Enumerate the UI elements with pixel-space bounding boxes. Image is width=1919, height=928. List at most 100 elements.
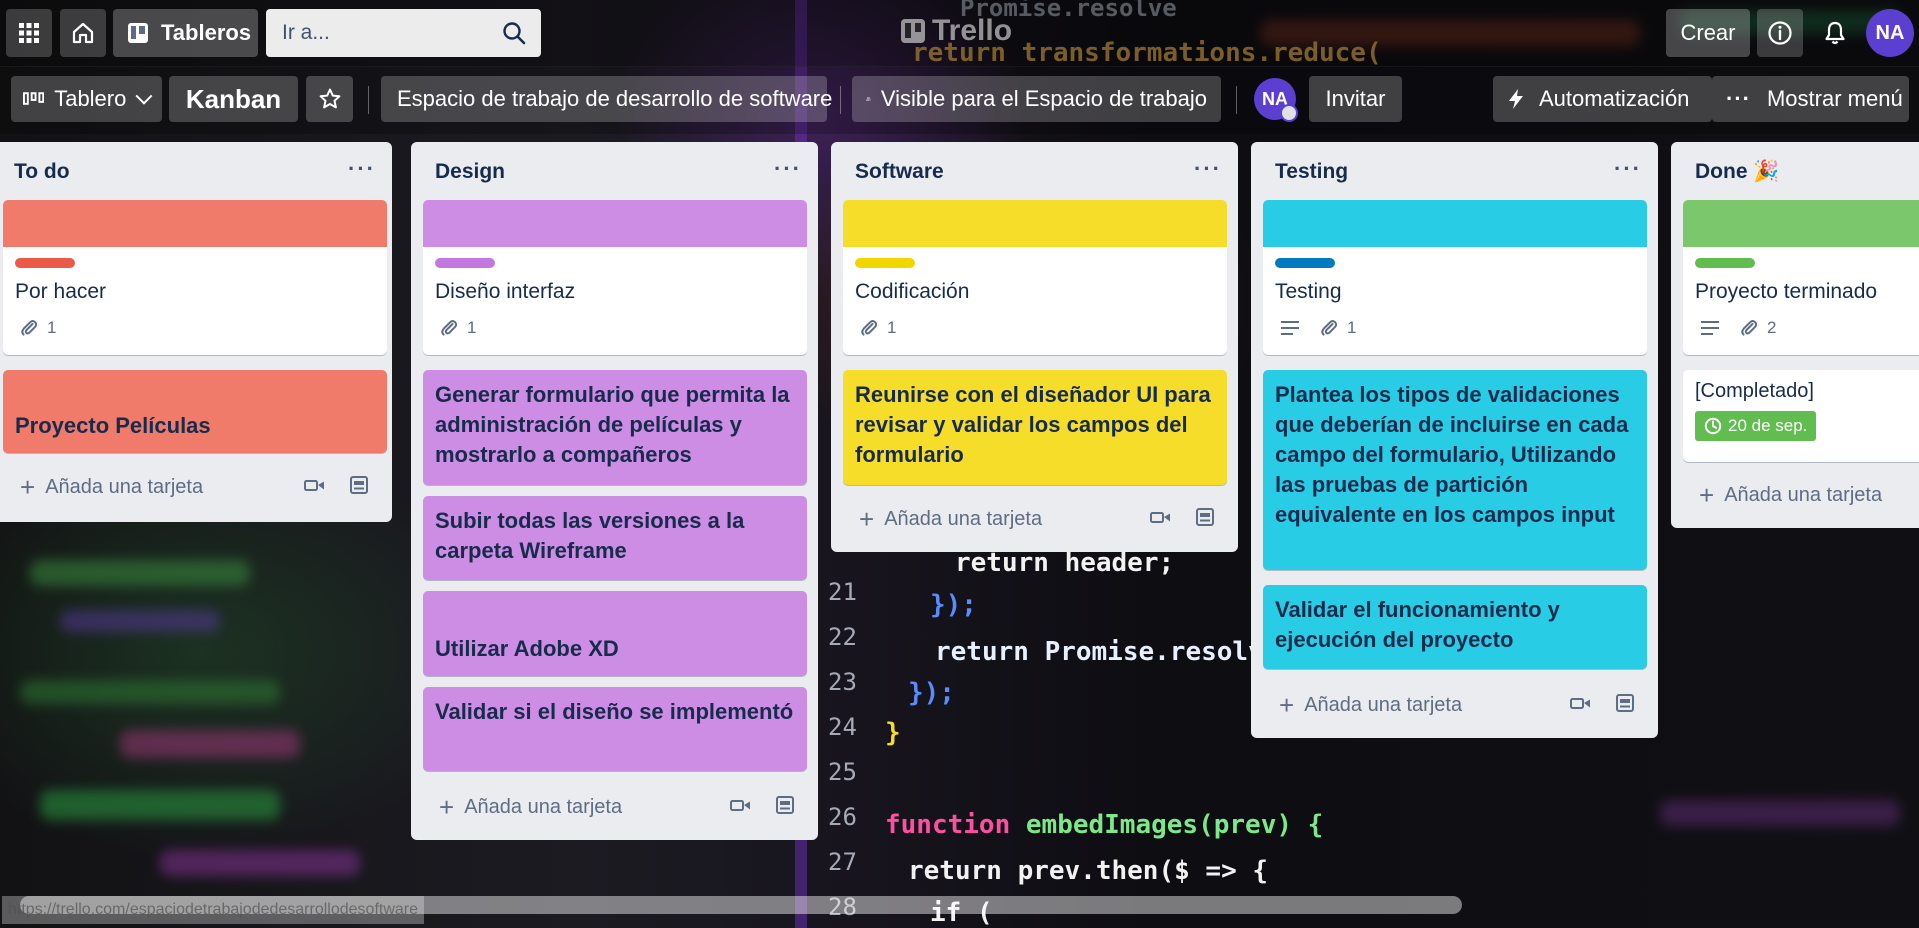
card-title: Proyecto Películas bbox=[15, 413, 211, 438]
search-input[interactable] bbox=[280, 20, 494, 46]
workspace-button[interactable]: Espacio de trabajo de desarrollo de soft… bbox=[381, 76, 832, 122]
card-template-icon[interactable] bbox=[348, 474, 370, 496]
user-avatar-initials: NA bbox=[1875, 21, 1905, 44]
add-card-button[interactable]: + Añada una tarjeta bbox=[859, 504, 1042, 534]
line-number: 26 bbox=[828, 803, 857, 831]
card-label[interactable] bbox=[15, 258, 75, 268]
attachments-badge: 1 bbox=[19, 318, 56, 338]
card-reunirse-disenador[interactable]: Reunirse con el diseñador UI para revisa… bbox=[843, 370, 1227, 485]
card-badges: 1 bbox=[439, 318, 476, 338]
list-menu-icon[interactable]: ··· bbox=[1194, 156, 1222, 182]
background-code-line: function embedImages(prev) { bbox=[885, 810, 1323, 840]
list-header[interactable]: Done 🎉 bbox=[1671, 142, 1919, 200]
home-button[interactable] bbox=[60, 9, 106, 57]
list-header[interactable]: To do ··· bbox=[0, 142, 392, 200]
paperclip-icon bbox=[1321, 320, 1338, 336]
status-bar-url: https://trello.com/espaciodetrabajodedes… bbox=[2, 896, 425, 924]
add-card-button[interactable]: + Añada una tarjeta bbox=[20, 472, 203, 502]
card-testing[interactable]: Testing 1 bbox=[1263, 200, 1647, 355]
list-title[interactable]: Design bbox=[435, 160, 505, 184]
clock-icon bbox=[1704, 417, 1722, 435]
app-switcher-button[interactable] bbox=[6, 9, 52, 57]
grid-icon bbox=[19, 23, 39, 43]
list-title[interactable]: Software bbox=[855, 160, 944, 184]
board-member-avatar[interactable]: NA bbox=[1254, 78, 1298, 122]
show-menu-button[interactable]: ··· Mostrar menú bbox=[1712, 76, 1909, 122]
list-title[interactable]: To do bbox=[14, 160, 70, 184]
board-view-label: Tablero bbox=[54, 86, 127, 111]
boards-icon bbox=[128, 23, 148, 43]
card-title: Proyecto terminado bbox=[1695, 280, 1878, 303]
list-header[interactable]: Testing ··· bbox=[1251, 142, 1658, 200]
card-proyecto-terminado[interactable]: Proyecto terminado 2 bbox=[1683, 200, 1919, 355]
description-icon bbox=[1701, 321, 1719, 335]
trello-logo-icon bbox=[901, 19, 925, 43]
attachments-count: 1 bbox=[467, 318, 477, 337]
card-label[interactable] bbox=[1695, 258, 1755, 268]
card-por-hacer[interactable]: Por hacer 1 bbox=[3, 200, 387, 355]
attachments-count: 2 bbox=[1767, 318, 1777, 337]
video-icon[interactable] bbox=[1150, 509, 1172, 525]
chevron-down-icon bbox=[135, 87, 153, 105]
card-validar-funcionamiento[interactable]: Validar el funcionamiento y ejecución de… bbox=[1263, 585, 1647, 669]
card-title: Utilizar Adobe XD bbox=[435, 636, 619, 661]
board-name: Kanban bbox=[185, 83, 282, 114]
star-board-button[interactable] bbox=[306, 76, 353, 122]
notifications-button[interactable] bbox=[1812, 9, 1858, 57]
list-header[interactable]: Software ··· bbox=[831, 142, 1238, 200]
information-button[interactable] bbox=[1757, 9, 1803, 57]
list-menu-icon[interactable]: ··· bbox=[774, 156, 802, 182]
add-card-button[interactable]: + Añada una tarjeta bbox=[1279, 690, 1462, 720]
add-card-button[interactable]: + Añada una tarjeta bbox=[1699, 480, 1882, 510]
video-icon[interactable] bbox=[304, 477, 326, 493]
admin-badge-icon bbox=[1280, 104, 1298, 122]
list-menu-icon[interactable]: ··· bbox=[348, 156, 376, 182]
automation-button[interactable]: Automatización bbox=[1493, 76, 1712, 122]
card-generar-formulario[interactable]: Generar formulario que permita la admini… bbox=[423, 370, 807, 485]
board-name-button[interactable]: Kanban bbox=[169, 76, 298, 122]
visibility-button[interactable]: Visible para el Espacio de trabajo bbox=[852, 76, 1221, 122]
card-template-icon[interactable] bbox=[1194, 506, 1216, 528]
board-view-switcher[interactable]: Tablero bbox=[11, 76, 162, 122]
home-icon bbox=[72, 22, 94, 44]
card-plantea-validaciones[interactable]: Plantea los tipos de validaciones que de… bbox=[1263, 370, 1647, 570]
card-label[interactable] bbox=[1275, 258, 1335, 268]
card-completado[interactable]: [Completado] 20 de sep. bbox=[1683, 370, 1919, 462]
card-proyecto-peliculas[interactable]: Proyecto Películas bbox=[3, 370, 387, 453]
header-divider bbox=[1236, 86, 1237, 114]
add-card-label: Añada una tarjeta bbox=[1724, 483, 1883, 506]
video-icon[interactable] bbox=[1570, 695, 1592, 711]
card-utilizar-adobe-xd[interactable]: Utilizar Adobe XD bbox=[423, 591, 807, 676]
card-subir-versiones[interactable]: Subir todas las versiones a la carpeta W… bbox=[423, 496, 807, 580]
invite-button[interactable]: Invitar bbox=[1309, 76, 1402, 122]
invite-label: Invitar bbox=[1325, 86, 1386, 111]
plus-icon: + bbox=[859, 503, 875, 534]
card-template-icon[interactable] bbox=[1614, 692, 1636, 714]
card-template-icon[interactable] bbox=[774, 794, 796, 816]
card-codificacion[interactable]: Codificación 1 bbox=[843, 200, 1227, 355]
user-avatar[interactable]: NA bbox=[1866, 9, 1914, 57]
list-title[interactable]: Done 🎉 bbox=[1695, 160, 1779, 184]
card-diseno-interfaz[interactable]: Diseño interfaz 1 bbox=[423, 200, 807, 355]
boards-button[interactable]: Tableros bbox=[113, 9, 258, 57]
add-card-label: Añada una tarjeta bbox=[464, 795, 623, 818]
card-label[interactable] bbox=[435, 258, 495, 268]
trello-logo[interactable]: Trello bbox=[900, 14, 1012, 48]
list-title[interactable]: Testing bbox=[1275, 160, 1348, 184]
paperclip-icon bbox=[1741, 320, 1758, 336]
list-header[interactable]: Design ··· bbox=[411, 142, 818, 200]
card-badges: 1 bbox=[19, 318, 56, 338]
search-icon[interactable] bbox=[501, 20, 527, 46]
card-validar-diseno[interactable]: Validar si el diseño se implementó bbox=[423, 687, 807, 771]
list-menu-icon[interactable]: ··· bbox=[1614, 156, 1642, 182]
trello-logo-text: Trello bbox=[932, 14, 1013, 47]
search-box[interactable] bbox=[266, 9, 541, 57]
due-date-badge[interactable]: 20 de sep. bbox=[1695, 411, 1817, 441]
card-label[interactable] bbox=[855, 258, 915, 268]
video-icon[interactable] bbox=[730, 797, 752, 813]
background-code-line: } bbox=[885, 718, 901, 748]
add-card-button[interactable]: + Añada una tarjeta bbox=[439, 792, 622, 822]
create-button[interactable]: Crear bbox=[1666, 9, 1750, 57]
line-number: 21 bbox=[828, 578, 857, 606]
background-code-line: }); bbox=[930, 590, 977, 620]
